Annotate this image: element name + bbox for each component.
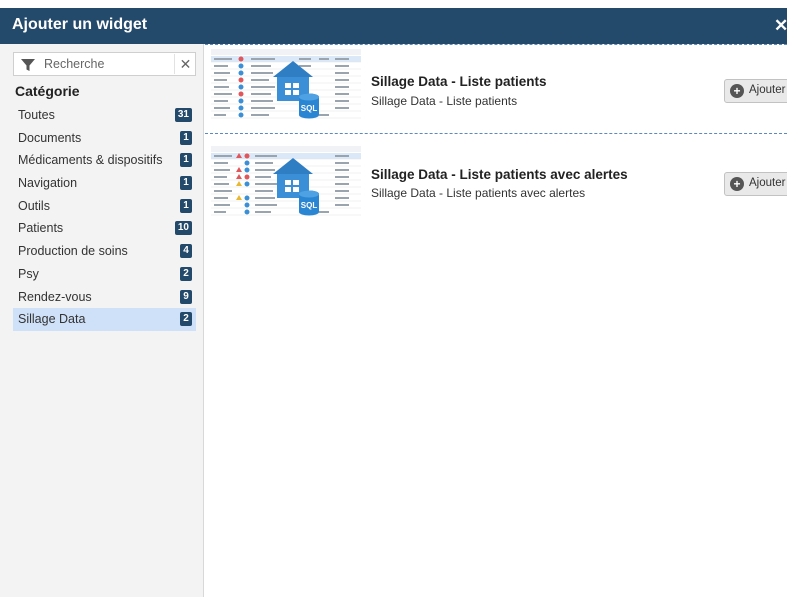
search-input[interactable] (44, 54, 169, 74)
widget-title: Sillage Data - Liste patients (371, 74, 547, 89)
close-icon[interactable]: ✕ (774, 16, 787, 36)
count-badge: 4 (180, 244, 192, 259)
category-item-sillage-data[interactable]: Sillage Data 2 (13, 308, 196, 331)
category-item-outils[interactable]: Outils 1 (13, 195, 196, 218)
widget-title: Sillage Data - Liste patients avec alert… (371, 167, 628, 182)
widget-thumbnail: SQL (211, 146, 361, 224)
count-badge: 1 (180, 198, 192, 213)
category-label: Sillage Data (18, 312, 86, 327)
widget-item[interactable]: SQL Sillage Data - Liste patients avec a… (205, 142, 787, 232)
add-widget-button[interactable]: + Ajouter (724, 79, 787, 103)
category-label: Médicaments & dispositifs (18, 153, 163, 168)
count-badge: 10 (174, 221, 192, 236)
clear-icon[interactable]: ✕ (174, 54, 196, 74)
svg-text:SQL: SQL (301, 104, 318, 113)
category-item-psy[interactable]: Psy 2 (13, 263, 196, 286)
category-label: Patients (18, 221, 64, 236)
category-label: Psy (18, 266, 39, 281)
category-label: Navigation (18, 176, 78, 191)
search-box: ✕ (13, 52, 196, 76)
add-widget-button[interactable]: + Ajouter (724, 172, 787, 196)
widget-description: Sillage Data - Liste patients avec alert… (371, 186, 586, 200)
category-item-toutes[interactable]: Toutes 31 (13, 104, 196, 127)
category-list: Toutes 31 Documents 1 Médicaments & disp… (13, 104, 196, 331)
svg-text:SQL: SQL (301, 201, 318, 210)
count-badge: 31 (174, 108, 192, 122)
category-heading: Catégorie (15, 83, 80, 99)
widget-item[interactable]: SQL Sillage Data - Liste patients Sillag… (205, 44, 787, 134)
add-button-label: Ajouter (749, 84, 786, 96)
filter-icon[interactable] (20, 57, 36, 73)
count-badge: 9 (180, 289, 192, 304)
top-strip (0, 0, 787, 8)
category-item-production-de-soins[interactable]: Production de soins 4 (13, 240, 196, 263)
widget-thumbnail: SQL (211, 49, 361, 127)
count-badge: 1 (180, 176, 192, 191)
category-item-medicaments[interactable]: Médicaments & dispositifs 1 (13, 149, 196, 172)
widget-description: Sillage Data - Liste patients (371, 94, 518, 108)
category-item-patients[interactable]: Patients 10 (13, 217, 196, 240)
plus-circle-icon: + (730, 84, 744, 98)
count-badge: 2 (180, 312, 192, 327)
count-badge: 2 (180, 266, 192, 281)
category-label: Production de soins (18, 244, 128, 259)
add-button-label: Ajouter (749, 177, 786, 189)
count-badge: 1 (180, 130, 192, 145)
category-label: Rendez-vous (18, 289, 92, 304)
plus-circle-icon: + (730, 177, 744, 191)
category-label: Documents (18, 130, 82, 145)
category-label: Outils (18, 198, 50, 213)
widget-list: SQL Sillage Data - Liste patients Sillag… (205, 44, 787, 597)
category-label: Toutes (18, 108, 55, 122)
category-sidebar: ✕ Catégorie Toutes 31 Documents 1 Médica… (0, 44, 204, 597)
category-item-navigation[interactable]: Navigation 1 (13, 172, 196, 195)
dialog-header: Ajouter un widget ✕ (0, 8, 787, 44)
dialog-title: Ajouter un widget (12, 16, 148, 33)
category-item-rendez-vous[interactable]: Rendez-vous 9 (13, 286, 196, 309)
count-badge: 1 (180, 153, 192, 168)
category-item-documents[interactable]: Documents 1 (13, 127, 196, 150)
